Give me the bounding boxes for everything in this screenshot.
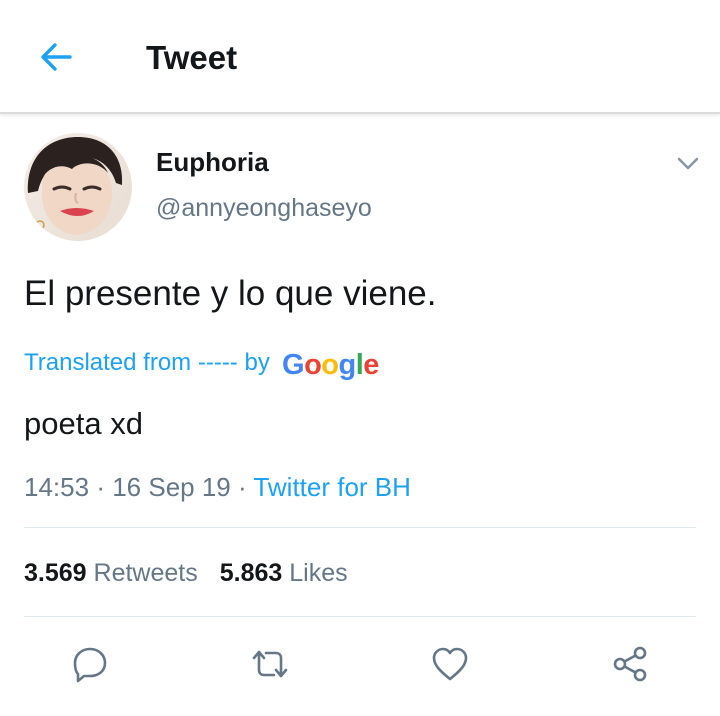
share-button[interactable] (606, 640, 654, 688)
chevron-down-icon (677, 157, 699, 170)
page-title: Tweet (146, 39, 238, 76)
retweets-stat[interactable]: 3.569 Retweets (24, 559, 198, 587)
more-options-button[interactable] (674, 150, 702, 178)
translated-from-link[interactable]: Translated from ----- by (24, 346, 270, 380)
meta-separator: · (96, 472, 105, 502)
like-icon (432, 647, 468, 681)
tweet-date: 16 Sep 19 (112, 472, 231, 502)
likes-label: Likes (289, 559, 348, 587)
back-button[interactable] (36, 37, 76, 77)
top-app-bar: Tweet (0, 0, 720, 114)
retweets-count: 3.569 (24, 559, 87, 587)
like-button[interactable] (426, 640, 474, 688)
author-handle[interactable]: @annyeonghaseyo (156, 192, 372, 224)
tweet-source-link[interactable]: Twitter for BH (253, 472, 410, 502)
retweet-button[interactable] (246, 640, 294, 688)
likes-count: 5.863 (219, 559, 283, 587)
retweet-icon (252, 650, 288, 678)
translation-text: poeta xd (24, 406, 143, 441)
tweet-meta: 14:53 · 16 Sep 19 · Twitter for BH (24, 470, 411, 504)
share-icon (613, 646, 647, 682)
avatar-image (24, 133, 132, 241)
author-display-name[interactable]: Euphoria (156, 146, 269, 178)
divider (24, 527, 696, 528)
divider (24, 616, 696, 617)
arrow-left-icon (41, 43, 72, 71)
google-logo: Google (282, 349, 379, 381)
tweet-stats: 3.569 Retweets 5.863 Likes (24, 556, 348, 590)
likes-stat[interactable]: 5.863 Likes (220, 559, 348, 587)
meta-separator: · (238, 472, 247, 502)
avatar[interactable] (24, 133, 132, 241)
reply-icon (73, 647, 107, 683)
retweets-label: Retweets (93, 559, 198, 587)
tweet-text: El presente y lo que viene. (24, 274, 437, 313)
reply-button[interactable] (66, 640, 114, 688)
tweet-time: 14:53 (24, 472, 90, 502)
